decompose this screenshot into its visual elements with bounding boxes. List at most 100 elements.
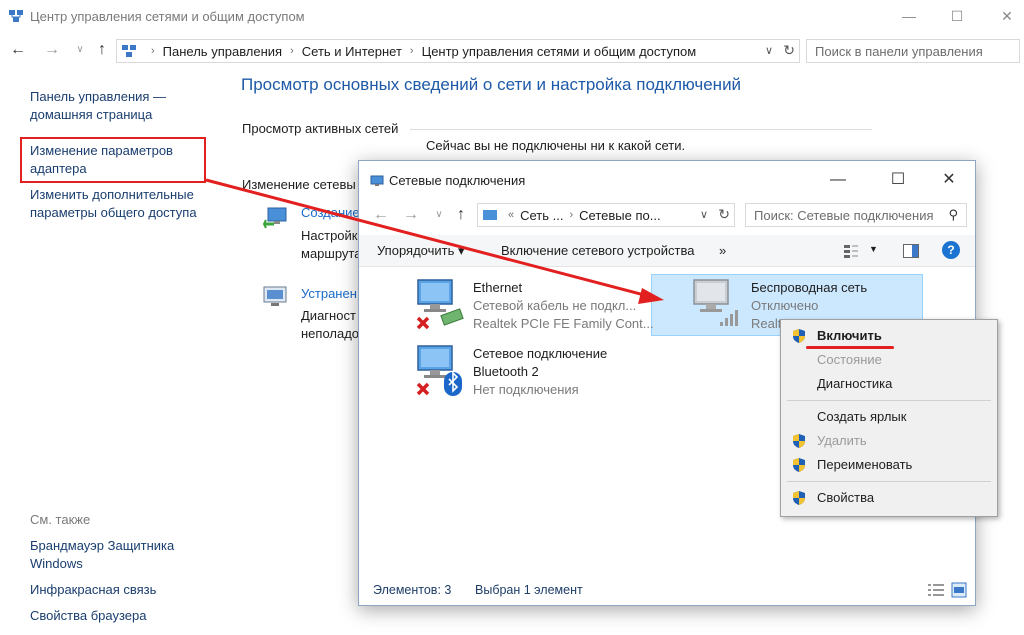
enable-device-button[interactable]: Включение сетевого устройства (501, 243, 694, 258)
up-arrow-icon[interactable]: ↑ (92, 40, 112, 60)
change-settings-label: Изменение сетевы (242, 177, 356, 192)
breadcrumb-network[interactable]: Сеть ... (520, 208, 563, 223)
search-input[interactable]: Поиск в панели управления (806, 39, 1020, 63)
sidebar-home-line1[interactable]: Панель управления — (30, 88, 166, 106)
uac-shield-icon (793, 329, 805, 343)
breadcrumb-control-panel[interactable]: Панель управления (163, 44, 282, 59)
sidebar-browser-properties[interactable]: Свойства браузера (30, 607, 146, 625)
large-icons-view-icon[interactable] (951, 582, 967, 598)
netwin-maximize-button[interactable]: ☐ (883, 169, 913, 191)
chevron-right-icon: › (151, 45, 155, 57)
bluetooth-status: Нет подключения (473, 382, 579, 397)
netwin-navigation-bar: ← → ∨ ↑ « Сеть ... › Сетевые по... ∨ ↻ П… (359, 201, 975, 229)
menu-item-status: Состояние (781, 349, 997, 371)
up-arrow-icon[interactable]: ↑ (451, 205, 471, 225)
menu-label-enable: Включить (817, 328, 882, 343)
ethernet-status: Сетевой кабель не подкл... (473, 298, 637, 313)
breadcrumb-overflow[interactable]: « (508, 209, 514, 221)
menu-item-diagnostics[interactable]: Диагностика (781, 373, 997, 395)
ethernet-adapter-icon (416, 279, 464, 330)
wireless-adapter-icon (693, 279, 738, 326)
divider (410, 129, 872, 130)
details-view-icon[interactable] (927, 583, 945, 597)
menu-label-diagnostics: Диагностика (817, 376, 893, 391)
forward-arrow-icon[interactable]: → (42, 40, 62, 60)
netwin-minimize-button[interactable]: — (823, 169, 853, 191)
address-bar[interactable]: › Панель управления › Сеть и Интернет › … (116, 39, 800, 63)
menu-label-create-shortcut: Создать ярлык (817, 409, 907, 424)
navigation-bar: ← → ∨ ↑ › Панель управления › Сеть и Инт… (0, 36, 1024, 66)
menu-label-rename: Переименовать (817, 457, 913, 472)
wireless-device: Realt (751, 316, 782, 331)
close-button[interactable]: ✕ (994, 6, 1020, 26)
back-arrow-icon[interactable]: ← (8, 40, 28, 60)
netwin-statusbar: Элементов: 3 Выбран 1 элемент (359, 577, 975, 605)
not-connected-text: Сейчас вы не подключены ни к какой сети. (426, 138, 686, 153)
uac-shield-icon (793, 458, 805, 472)
forward-arrow-icon[interactable]: → (401, 205, 421, 225)
chevron-down-icon[interactable]: ∨ (765, 44, 773, 57)
maximize-button[interactable]: ☐ (944, 6, 970, 26)
sidebar-sharing-line1[interactable]: Изменить дополнительные (30, 186, 194, 204)
help-icon[interactable]: ? (942, 241, 960, 259)
minimize-button[interactable]: — (896, 6, 922, 26)
troubleshoot-link[interactable]: Устранен (301, 286, 357, 301)
search-placeholder: Поиск в панели управления (815, 43, 983, 59)
page-title: Просмотр основных сведений о сети и наст… (241, 75, 742, 94)
refresh-icon[interactable]: ↻ (718, 206, 730, 223)
main-titlebar: Центр управления сетями и общим доступом… (0, 0, 1024, 34)
menu-label-properties: Свойства (817, 490, 875, 505)
ethernet-name: Ethernet (473, 280, 523, 295)
organize-button[interactable]: Упорядочить ▾ (377, 243, 465, 259)
breadcrumb-network-internet[interactable]: Сеть и Интернет (302, 44, 402, 59)
menu-item-properties[interactable]: Свойства (781, 487, 997, 509)
recent-dropdown-icon[interactable]: ∨ (70, 40, 90, 60)
create-desc-line1: Настройк (301, 228, 358, 243)
chevron-right-icon: › (569, 209, 574, 221)
netwin-close-button[interactable]: ✕ (934, 169, 964, 191)
network-center-icon (9, 10, 23, 22)
view-dropdown-icon[interactable]: ▼ (869, 244, 878, 254)
menu-item-create-shortcut[interactable]: Создать ярлык (781, 406, 997, 428)
view-options-icon[interactable] (843, 243, 859, 259)
recent-dropdown-icon[interactable]: ∨ (429, 205, 449, 225)
uac-shield-icon (793, 491, 805, 505)
netwin-address-bar[interactable]: « Сеть ... › Сетевые по... ∨ ↻ (477, 203, 735, 227)
menu-item-rename[interactable]: Переименовать (781, 454, 997, 476)
window-title: Центр управления сетями и общим доступом (30, 9, 305, 24)
netwin-search-input[interactable]: Поиск: Сетевые подключения ⚲ (745, 203, 967, 227)
wireless-status: Отключено (751, 298, 819, 313)
menu-item-enable[interactable]: Включить (781, 325, 997, 347)
sidebar-firewall-line2[interactable]: Windows (30, 555, 83, 573)
netwin-toolbar: Упорядочить ▾ Включение сетевого устройс… (359, 235, 975, 267)
preview-pane-icon[interactable] (903, 244, 919, 258)
sidebar-firewall-line1[interactable]: Брандмауэр Защитника (30, 537, 174, 555)
breadcrumb-network-connections[interactable]: Сетевые по... (579, 208, 660, 223)
bluetooth-subname: Bluetooth 2 (473, 364, 539, 379)
troubleshoot-icon (263, 286, 287, 306)
breadcrumb-network-center[interactable]: Центр управления сетями и общим доступом (422, 44, 697, 59)
create-connection-link[interactable]: Создание (301, 205, 360, 220)
netwin-title: Сетевые подключения (389, 173, 526, 188)
more-commands-button[interactable]: » (719, 243, 726, 258)
menu-divider (787, 400, 991, 401)
back-arrow-icon[interactable]: ← (371, 205, 391, 225)
sidebar-home-line2[interactable]: домашняя страница (30, 106, 152, 124)
network-folder-icon (483, 210, 497, 220)
control-panel-icon (122, 45, 136, 57)
menu-item-delete: Удалить (781, 430, 997, 452)
sidebar-infrared[interactable]: Инфракрасная связь (30, 581, 156, 599)
chevron-right-icon: › (409, 45, 414, 57)
search-icon: ⚲ (948, 207, 958, 222)
chevron-down-icon[interactable]: ∨ (700, 208, 708, 221)
netwin-titlebar: Сетевые подключения — ☐ ✕ (359, 161, 975, 199)
status-selected: Выбран 1 элемент (475, 583, 583, 597)
refresh-icon[interactable]: ↻ (783, 42, 795, 59)
highlight-box (20, 137, 206, 183)
active-networks-label: Просмотр активных сетей (242, 121, 399, 136)
menu-label-status: Состояние (817, 352, 882, 367)
see-also-heading: См. также (30, 512, 91, 527)
bluetooth-name: Сетевое подключение (473, 346, 608, 361)
sidebar-sharing-line2[interactable]: параметры общего доступа (30, 204, 197, 222)
wireless-name: Беспроводная сеть (751, 280, 868, 295)
